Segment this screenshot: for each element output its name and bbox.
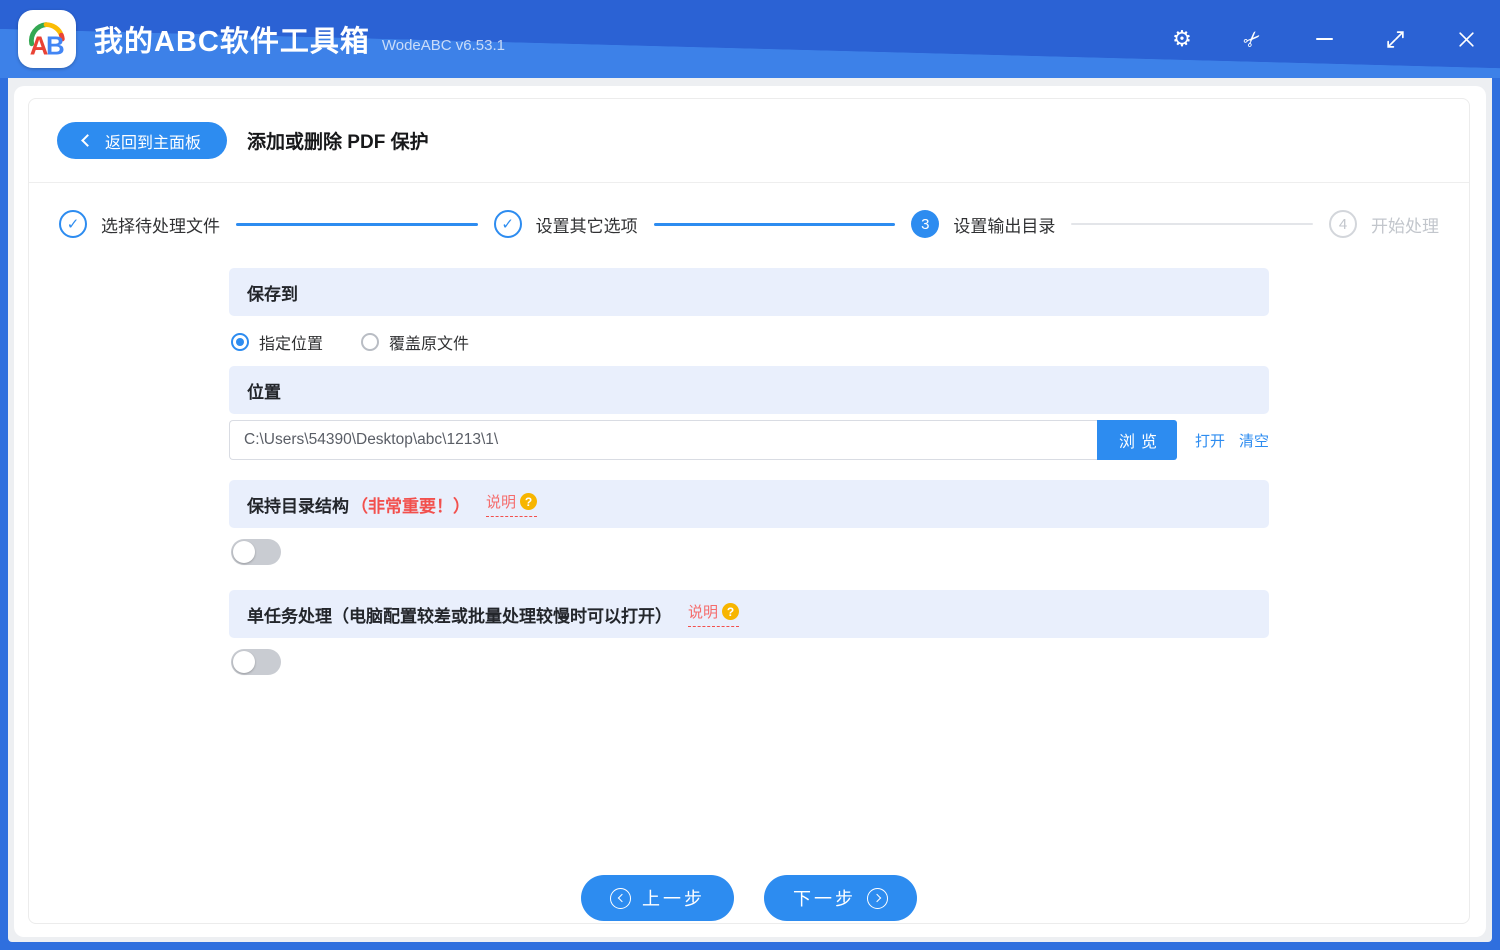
radio-specified-location[interactable]: 指定位置 — [231, 330, 323, 354]
chevron-left-icon — [81, 133, 94, 147]
card-header: 返回到主面板 添加或删除 PDF 保护 — [29, 99, 1469, 183]
keep-structure-block: 保持目录结构 （非常重要！） 说明 ? — [229, 480, 1269, 582]
circle-arrow-right-icon — [867, 887, 888, 909]
previous-step-button[interactable]: 上一步 — [581, 875, 734, 921]
radio-overwrite-original-label: 覆盖原文件 — [389, 336, 470, 353]
titlebar: A B 我的ABC软件工具箱 WodeABC v6.53.1 ⚙ ✂ — [0, 0, 1500, 78]
radio-specified-location-label: 指定位置 — [259, 336, 324, 353]
toggle-knob — [233, 651, 255, 673]
radio-unselected-icon — [361, 333, 380, 351]
settings-content: 保存到 指定位置 覆盖原文件 位置 C:\Users\54390\Desktop… — [229, 268, 1269, 923]
location-section-header: 位置 — [229, 366, 1269, 414]
step-3-label: 设置输出目录 — [953, 216, 1056, 236]
wizard-footer: 上一步 下一步 — [229, 875, 1269, 923]
single-task-block: 单任务处理（电脑配置较差或批量处理较慢时可以打开） 说明 ? — [229, 590, 1269, 692]
single-task-header: 单任务处理（电脑配置较差或批量处理较慢时可以打开） 说明 ? — [229, 590, 1269, 638]
keep-structure-toggle[interactable] — [231, 539, 281, 565]
app-logo: A B — [18, 10, 76, 68]
single-task-title: 单任务处理（电脑配置较差或批量处理较慢时可以打开） — [247, 606, 672, 626]
location-title: 位置 — [247, 382, 281, 402]
step-indicator: ✓ 选择待处理文件 ✓ 设置其它选项 3 设置输出目录 4 开始处理 — [29, 183, 1469, 268]
keep-structure-help-link[interactable]: 说明 ? — [486, 491, 538, 517]
next-step-button[interactable]: 下一步 — [764, 875, 917, 921]
back-button-label: 返回到主面板 — [105, 134, 202, 152]
abc-logo-icon: A B — [29, 22, 65, 60]
page-title: 添加或删除 PDF 保护 — [247, 132, 429, 153]
minimize-icon[interactable] — [1312, 27, 1336, 51]
radio-selected-icon — [231, 333, 249, 351]
circle-arrow-left-icon — [610, 887, 631, 909]
main-panel: 返回到主面板 添加或删除 PDF 保护 ✓ 选择待处理文件 ✓ 设置其它选项 3… — [14, 86, 1486, 937]
settings-gear-icon[interactable]: ⚙ — [1170, 27, 1194, 51]
back-to-dashboard-button[interactable]: 返回到主面板 — [57, 122, 228, 159]
step-1-label: 选择待处理文件 — [101, 216, 220, 236]
check-icon: ✓ — [59, 210, 87, 238]
step-4-start-processing: 4 开始处理 — [1329, 210, 1439, 238]
step-2-label: 设置其它选项 — [535, 216, 638, 236]
window-body: 返回到主面板 添加或删除 PDF 保护 ✓ 选择待处理文件 ✓ 设置其它选项 3… — [8, 78, 1492, 942]
radio-overwrite-original[interactable]: 覆盖原文件 — [361, 330, 469, 354]
close-icon[interactable] — [1454, 27, 1478, 51]
toggle-knob — [233, 541, 255, 563]
step-connector — [236, 222, 478, 226]
keep-structure-title: 保持目录结构 — [247, 496, 349, 516]
step-3-badge: 3 — [911, 210, 940, 238]
step-1-select-files: ✓ 选择待处理文件 — [59, 210, 220, 238]
app-version: WodeABC v6.53.1 — [381, 36, 505, 54]
keep-structure-header: 保持目录结构 （非常重要！） 说明 ? — [229, 480, 1269, 528]
save-to-section-header: 保存到 — [229, 268, 1269, 316]
svg-text:B: B — [46, 32, 65, 60]
open-folder-link[interactable]: 打开 — [1195, 430, 1225, 451]
save-to-options: 指定位置 覆盖原文件 — [231, 330, 1269, 354]
step-connector — [1071, 223, 1314, 225]
content-card: 返回到主面板 添加或删除 PDF 保护 ✓ 选择待处理文件 ✓ 设置其它选项 3… — [28, 98, 1470, 924]
single-task-help-link[interactable]: 说明 ? — [688, 601, 740, 627]
app-window: A B 我的ABC软件工具箱 WodeABC v6.53.1 ⚙ ✂ 返回到主面… — [0, 0, 1500, 950]
check-icon: ✓ — [493, 210, 522, 238]
step-2-other-options: ✓ 设置其它选项 — [493, 210, 638, 238]
save-to-title: 保存到 — [247, 284, 298, 304]
keep-structure-important-note: （非常重要！） — [351, 496, 470, 516]
browse-button[interactable]: 浏览 — [1096, 420, 1177, 460]
maximize-icon[interactable] — [1383, 27, 1407, 51]
step-connector — [653, 222, 896, 226]
output-path-input[interactable] — [229, 420, 1097, 460]
single-task-toggle[interactable] — [231, 649, 281, 675]
step-3-output-directory: 3 设置输出目录 — [911, 210, 1055, 238]
step-4-label: 开始处理 — [1371, 216, 1440, 236]
question-mark-icon: ? — [722, 603, 740, 620]
scissors-icon[interactable]: ✂ — [1239, 25, 1268, 54]
location-row: 浏览 打开 清空 — [229, 420, 1269, 460]
app-title: 我的ABC软件工具箱 — [94, 26, 370, 58]
clear-path-link[interactable]: 清空 — [1239, 430, 1269, 451]
question-mark-icon: ? — [520, 493, 538, 510]
step-4-badge: 4 — [1329, 210, 1358, 238]
